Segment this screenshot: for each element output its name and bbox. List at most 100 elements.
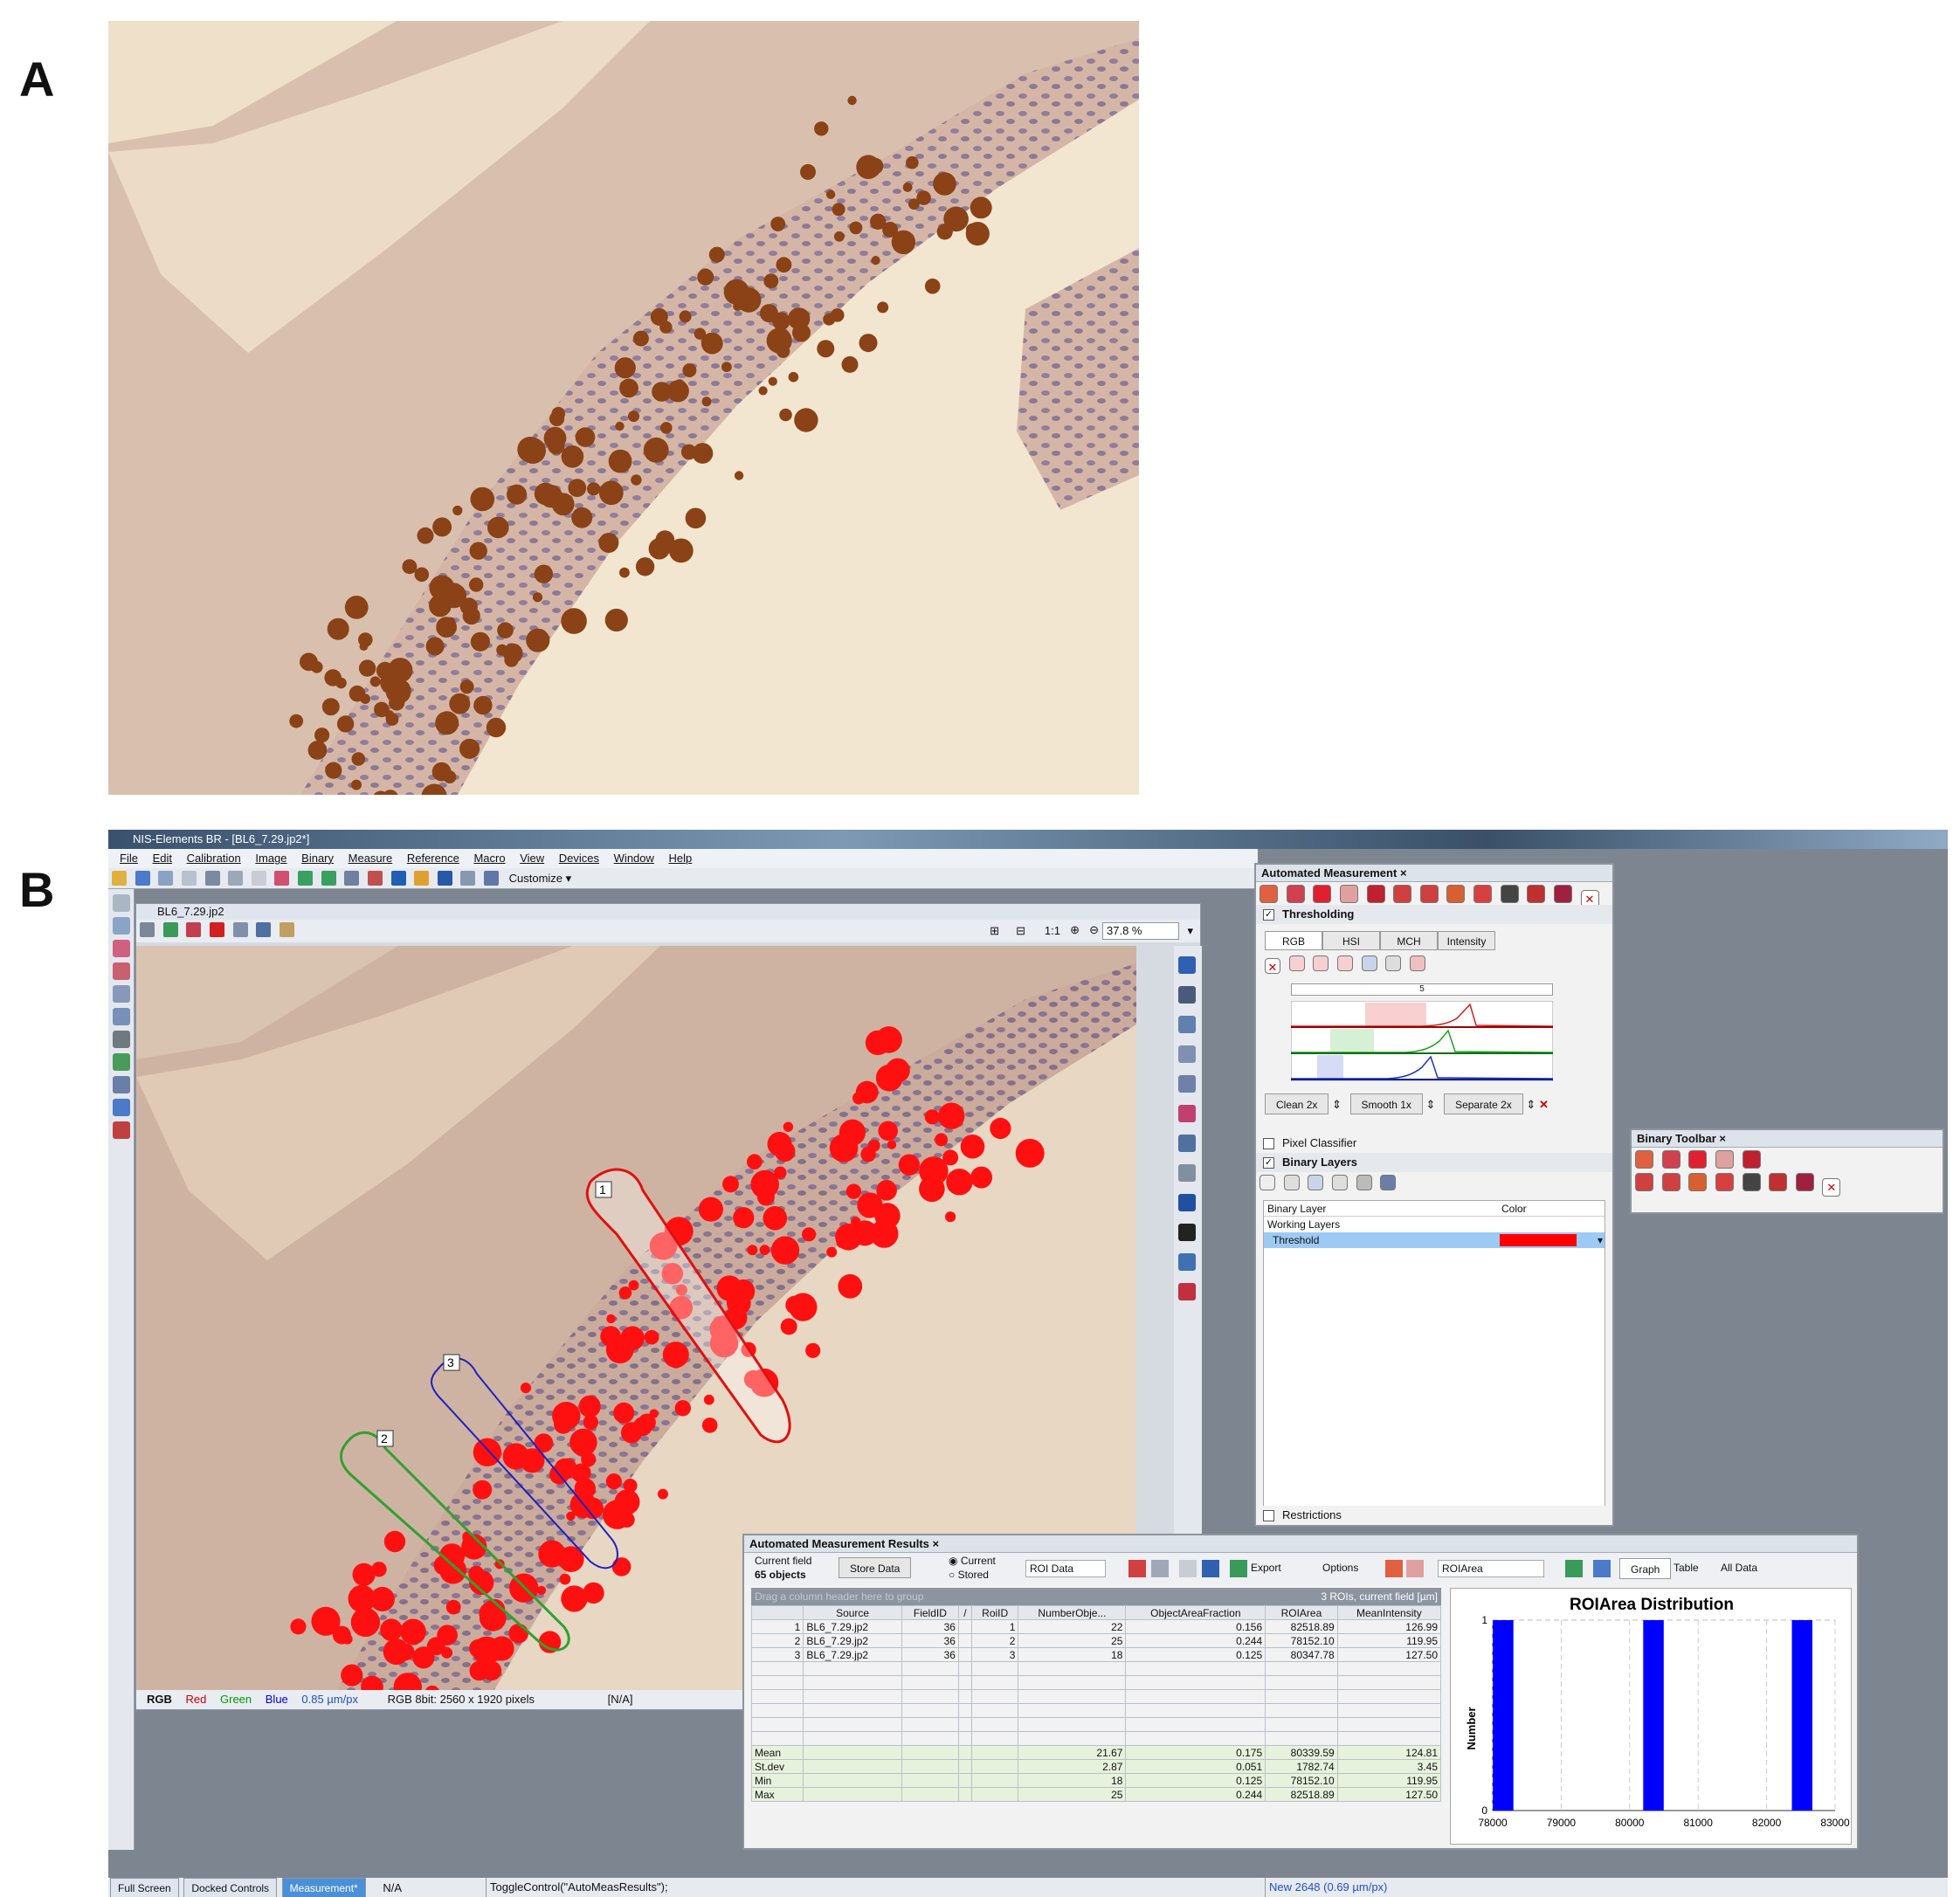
table-tab[interactable]: Table xyxy=(1674,1562,1699,1574)
erode-icon[interactable] xyxy=(1419,885,1439,903)
tab-green[interactable]: Green xyxy=(220,1693,252,1706)
delete-icon[interactable] xyxy=(209,922,224,937)
menu-window[interactable]: Window xyxy=(614,852,654,865)
smooth-spin-icon[interactable]: ⇕ xyxy=(1426,1098,1436,1111)
link-icon[interactable] xyxy=(1308,1175,1324,1190)
roi-tool-2-icon[interactable] xyxy=(251,871,266,886)
column-header[interactable]: NumberObje... xyxy=(1018,1605,1127,1620)
chevron-down-icon[interactable]: ▾ xyxy=(1187,924,1193,938)
open-icon[interactable] xyxy=(1446,885,1466,903)
customize-button[interactable]: Customize xyxy=(509,872,562,885)
layers-icon[interactable] xyxy=(460,871,476,886)
fit-icon[interactable]: ⊞ xyxy=(990,924,999,938)
pen-icon[interactable] xyxy=(1742,1150,1761,1169)
histogram-bar[interactable] xyxy=(1643,1620,1664,1811)
close-icon[interactable]: × xyxy=(1400,866,1407,880)
profile-icon[interactable] xyxy=(162,922,178,937)
clean-spin-icon[interactable]: ⇕ xyxy=(1332,1098,1342,1111)
grid-icon[interactable] xyxy=(1380,1175,1397,1190)
all-data-select[interactable]: All Data xyxy=(1721,1562,1757,1574)
paste-icon[interactable] xyxy=(113,1008,130,1025)
graph-options-icon[interactable] xyxy=(1565,1560,1583,1577)
menu-edit[interactable]: Edit xyxy=(153,852,172,865)
merge-icon[interactable] xyxy=(1331,1175,1348,1190)
smooth-button[interactable]: Smooth 1x xyxy=(1349,1093,1423,1114)
delete-icon[interactable]: ✕ xyxy=(1822,1178,1841,1197)
thresholding-checkbox[interactable]: ✓ xyxy=(1263,909,1274,921)
graph-tab[interactable]: Graph xyxy=(1619,1558,1672,1579)
close-icon[interactable]: × xyxy=(1719,1132,1726,1145)
pick-add-icon[interactable] xyxy=(1313,955,1329,971)
picture-icon[interactable] xyxy=(1178,1253,1196,1271)
table-row[interactable]: 3 BL6_7.29.jp2 36 3 18 0.125 80347.78 127.50 xyxy=(750,1647,1442,1662)
settings-icon[interactable] xyxy=(1593,1560,1611,1577)
pixel-classifier-section[interactable]: Pixel Classifier xyxy=(1256,1134,1612,1153)
reset-icon[interactable]: ✕ xyxy=(1265,958,1280,974)
chart-icon[interactable] xyxy=(1202,1560,1219,1577)
pen-icon[interactable] xyxy=(1366,885,1385,903)
refresh-all-icon[interactable] xyxy=(1406,1560,1424,1577)
blob-icon[interactable] xyxy=(1688,1150,1708,1169)
measure-icon[interactable] xyxy=(1260,885,1278,903)
roi-icon[interactable] xyxy=(232,922,248,937)
measure-icon[interactable] xyxy=(298,871,313,886)
tab-rgb-threshold[interactable]: RGB xyxy=(1265,931,1322,950)
export-button[interactable]: Export xyxy=(1251,1562,1281,1574)
store-data-button[interactable]: Store Data xyxy=(839,1557,912,1578)
menu-view[interactable]: View xyxy=(520,852,544,865)
close-icon[interactable]: × xyxy=(933,1537,940,1550)
undo-icon[interactable] xyxy=(158,871,174,886)
pixel-classifier-checkbox[interactable] xyxy=(1263,1138,1274,1149)
binary-layers-checkbox[interactable]: ✓ xyxy=(1263,1157,1274,1169)
open-icon[interactable] xyxy=(112,871,127,886)
color-picker-icon[interactable] xyxy=(113,962,130,980)
frame-icon[interactable] xyxy=(1178,1075,1196,1093)
pick-icon[interactable] xyxy=(1288,955,1305,971)
close-icon[interactable]: ✕ xyxy=(1539,1098,1549,1111)
menu-measure[interactable]: Measure xyxy=(349,852,393,865)
column-header[interactable]: ObjectAreaFraction xyxy=(1125,1605,1266,1620)
skeleton-icon[interactable] xyxy=(1795,1173,1814,1191)
clear-icon[interactable] xyxy=(1151,1560,1169,1577)
undo-icon[interactable] xyxy=(1361,955,1377,971)
separate-icon[interactable] xyxy=(1527,885,1546,903)
sheet-icon[interactable] xyxy=(1179,1560,1197,1577)
close-binary-icon[interactable] xyxy=(1473,885,1492,903)
scale-icon[interactable] xyxy=(1178,1045,1196,1063)
objects-icon[interactable] xyxy=(1286,885,1305,903)
binary-icon[interactable] xyxy=(367,871,383,886)
skeleton-icon[interactable] xyxy=(1553,885,1572,903)
column-header[interactable]: ROIArea xyxy=(1265,1605,1338,1620)
roi-tool-icon[interactable] xyxy=(228,871,244,886)
line-icon[interactable] xyxy=(186,922,202,937)
dilate-icon[interactable] xyxy=(1635,1173,1653,1191)
thresholding-section[interactable]: ✓ Thresholding xyxy=(1256,905,1612,924)
restrictions-checkbox[interactable] xyxy=(1263,1510,1274,1521)
zoom-icon[interactable] xyxy=(113,917,130,935)
toggle-icon[interactable] xyxy=(1356,1175,1372,1190)
tab-blue[interactable]: Blue xyxy=(266,1693,288,1706)
fill-holes-icon[interactable] xyxy=(1742,1173,1761,1191)
heart-icon[interactable] xyxy=(1178,1105,1196,1122)
menu-devices[interactable]: Devices xyxy=(559,852,599,865)
menu-reference[interactable]: Reference xyxy=(407,852,459,865)
delete-data-icon[interactable] xyxy=(1128,1560,1146,1577)
radio-current[interactable]: ◉ Current xyxy=(949,1555,996,1567)
tool-icon[interactable] xyxy=(204,871,220,886)
data-select[interactable]: ROI Data xyxy=(1025,1560,1106,1577)
zoom-select[interactable]: 37.8 % xyxy=(1102,922,1179,940)
tab-red[interactable]: Red xyxy=(186,1693,207,1706)
grid-icon[interactable] xyxy=(1178,1016,1196,1033)
chevron-down-icon[interactable]: ▾ xyxy=(1598,1232,1603,1248)
table-row[interactable]: 2 BL6_7.29.jp2 36 2 25 0.244 78152.10 119.95 xyxy=(750,1633,1442,1648)
grid-icon[interactable] xyxy=(279,922,294,937)
add-layer-icon[interactable] xyxy=(1260,1175,1275,1190)
wave-icon[interactable] xyxy=(1178,1135,1196,1152)
tab-rgb[interactable]: RGB xyxy=(147,1693,172,1706)
select-icon[interactable] xyxy=(1178,956,1196,974)
pick-remove-icon[interactable] xyxy=(1336,955,1353,971)
zoom-out-icon[interactable]: ⊖ xyxy=(1089,923,1099,937)
tab-full-screen[interactable]: Full Screen xyxy=(110,1878,179,1897)
measure-2-icon[interactable] xyxy=(321,871,336,886)
column-header[interactable] xyxy=(750,1605,804,1620)
